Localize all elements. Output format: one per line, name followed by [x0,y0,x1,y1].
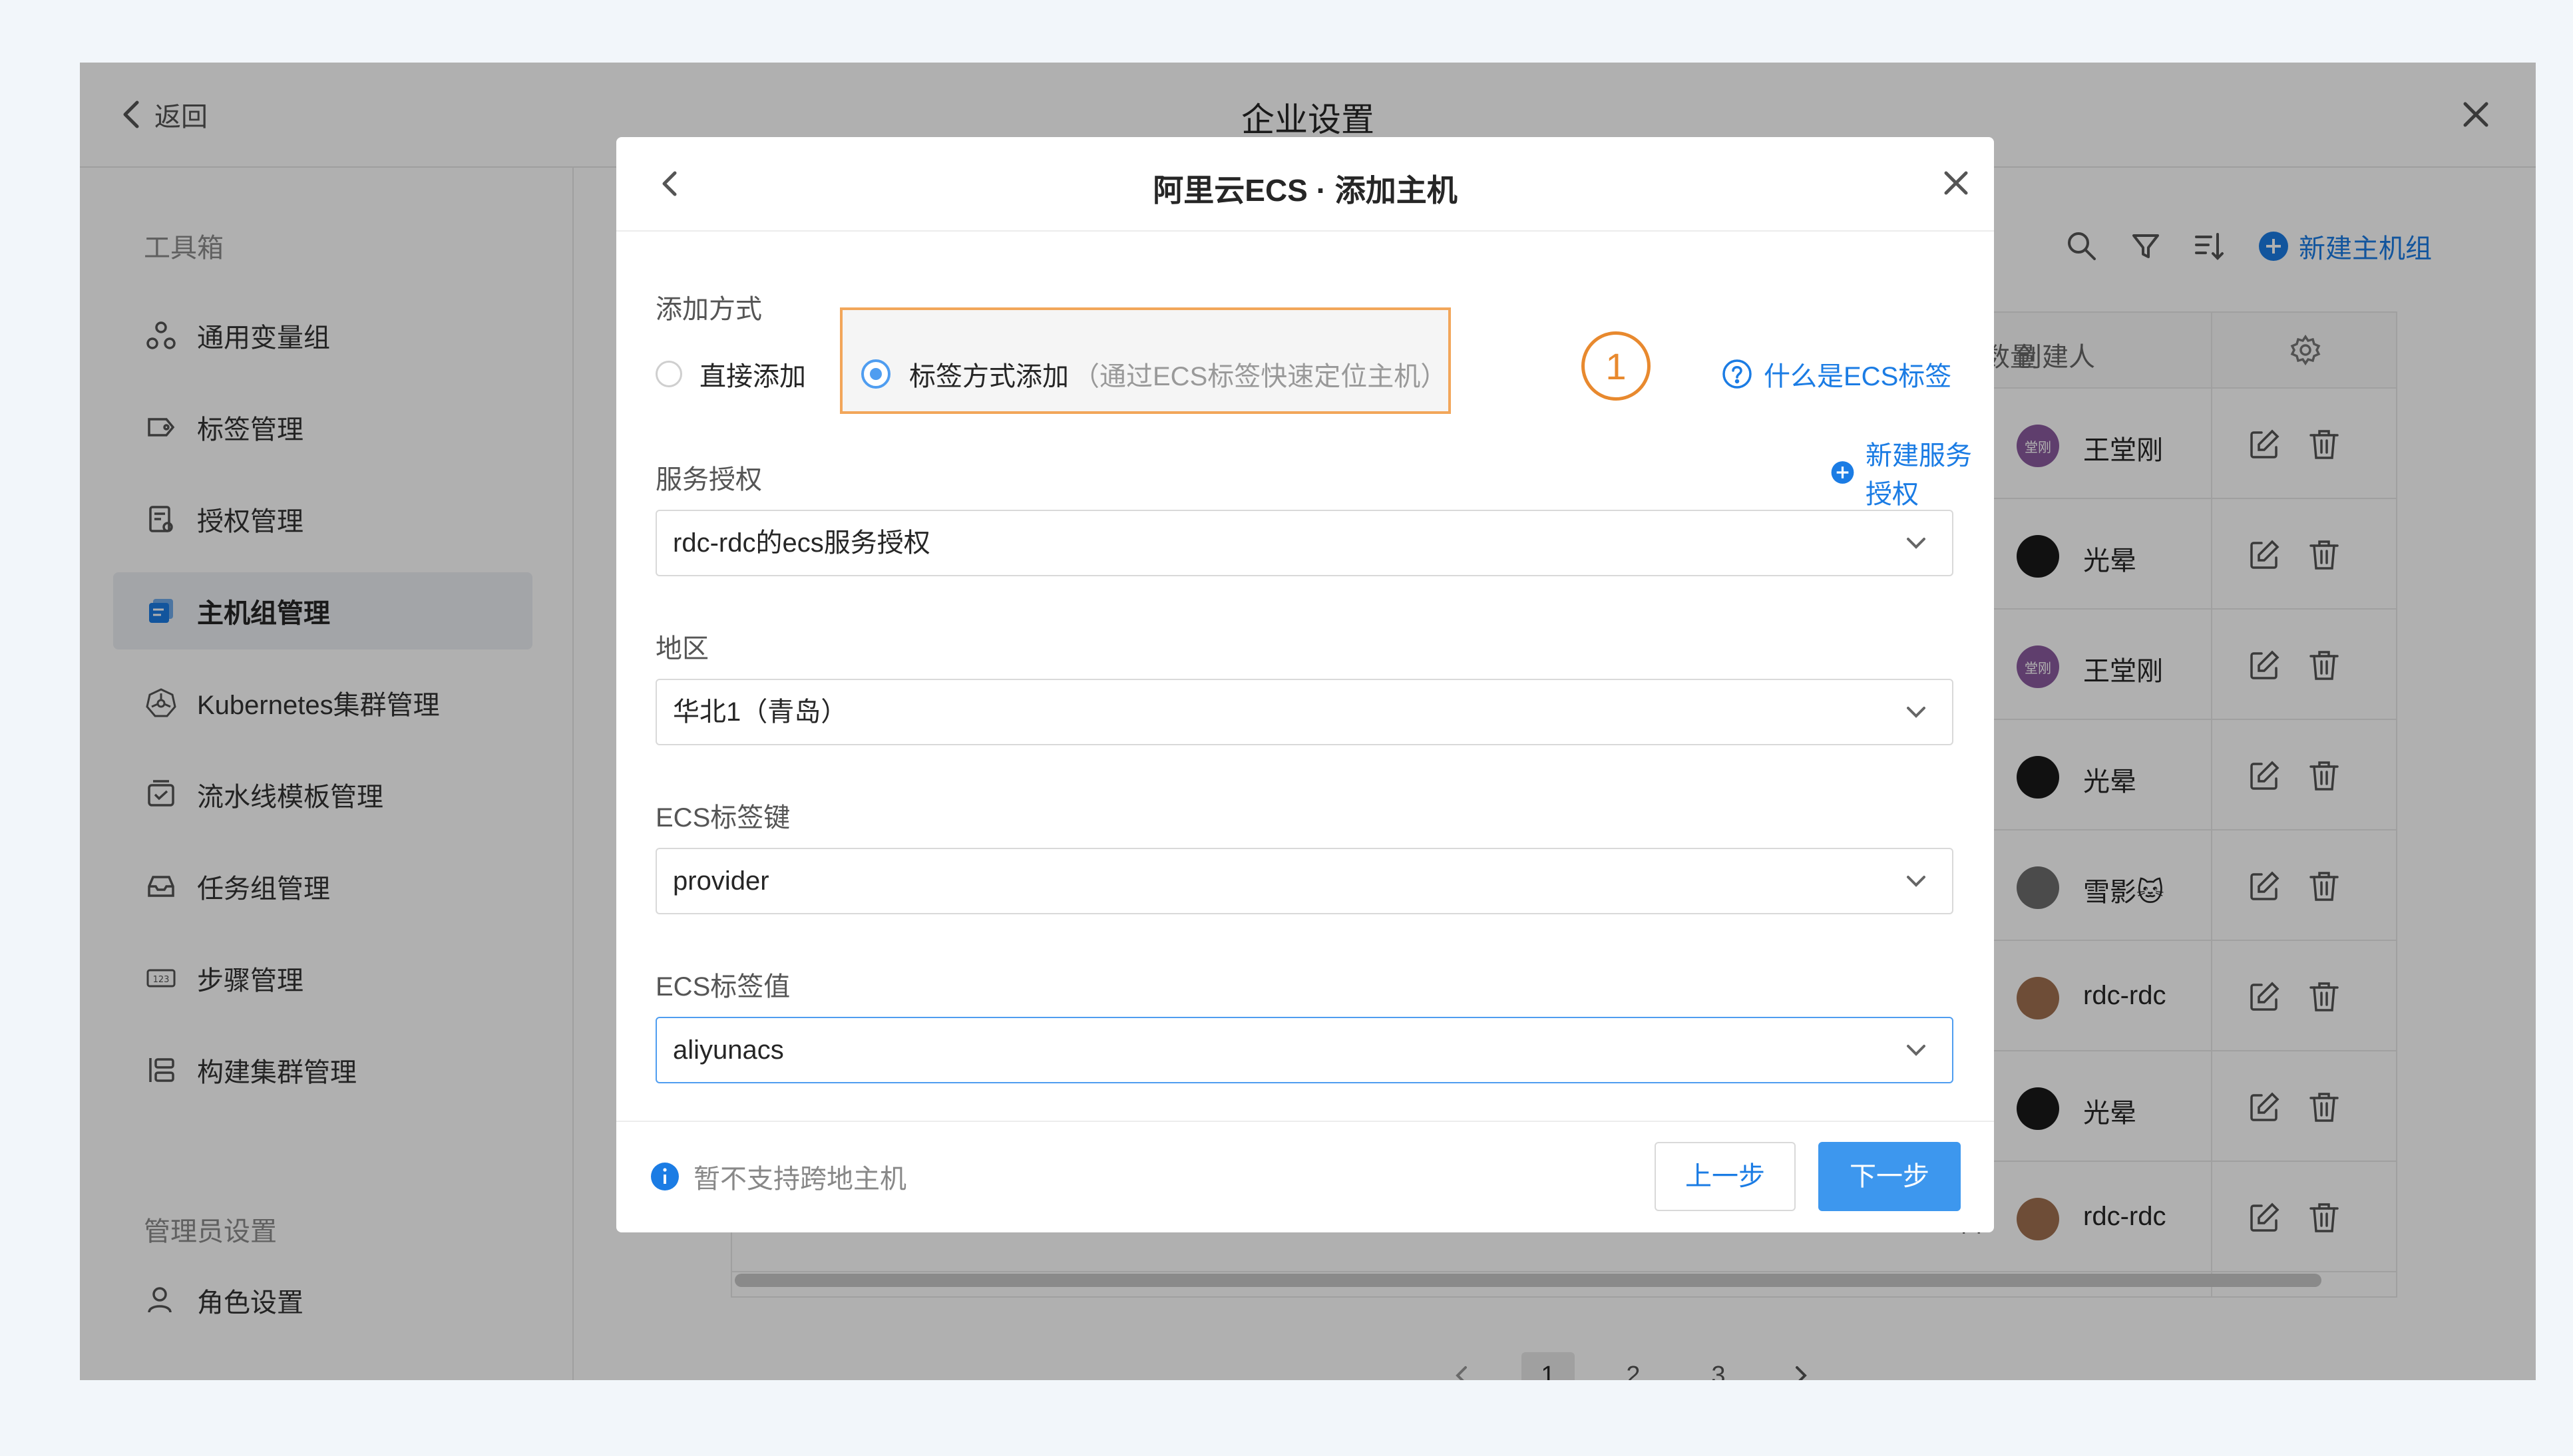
radio-direct[interactable]: 直接添加 [656,357,806,391]
modal-header: 阿里云ECS · 添加主机 [616,137,1994,232]
service-auth-value: rdc-rdc的ecs服务授权 [673,528,930,558]
chevron-down-icon [1907,538,1925,549]
radio-tag[interactable]: 标签方式添加 （通过ECS标签快速定位主机） [861,357,1447,391]
tag-value-select[interactable]: aliyunacs [656,1017,1953,1083]
help-circle-icon [1722,359,1752,389]
modal-title: 阿里云ECS · 添加主机 [1153,173,1458,208]
info-icon [651,1163,679,1190]
prev-step-button[interactable]: 上一步 [1655,1142,1796,1211]
chevron-down-icon [1907,876,1925,887]
radio-tag-label: 标签方式添加 [909,362,1069,391]
service-auth-label: 服务授权 [656,465,762,494]
next-step-button[interactable]: 下一步 [1818,1142,1961,1211]
tag-key-label: ECS标签键 [656,803,791,832]
help-link-label: 什么是ECS标签 [1764,362,1952,391]
footer-note: 暂不支持跨地主机 [650,1159,906,1194]
tag-value-label: ECS标签值 [656,972,791,1001]
help-link[interactable]: 什么是ECS标签 [1721,357,1951,391]
add-method-label: 添加方式 [656,295,762,324]
modal-footer: 暂不支持跨地主机 上一步 下一步 [616,1121,1994,1232]
modal-close-button[interactable] [1941,168,1971,198]
chevron-down-icon [1907,1045,1925,1056]
new-service-auth-label: 新建服务授权 [1866,441,1972,509]
add-host-modal: 阿里云ECS · 添加主机 添加方式 直接添加 标签方式添加 （通过ECS标签快… [616,137,1994,1232]
tag-key-select[interactable]: provider [656,848,1953,914]
settings-window: 返回 企业设置 工具箱 通用变量组 标签管理 授权管理 主机组管理 Kubern… [80,63,2536,1380]
region-select[interactable]: 华北1（青岛） [656,679,1953,745]
footer-note-text: 暂不支持跨地主机 [693,1165,906,1194]
step-marker-number: 1 [1605,345,1627,387]
radio-tag-hint: （通过ECS标签快速定位主机） [1073,362,1448,391]
radio-circle-checked [861,359,891,389]
close-icon [1944,171,1968,195]
region-label: 地区 [656,634,709,663]
step-marker: 1 [1581,331,1651,401]
next-step-label: 下一步 [1850,1162,1929,1191]
chevron-down-icon [1907,707,1925,718]
prev-step-label: 上一步 [1685,1162,1765,1191]
tag-value-value: aliyunacs [673,1035,784,1065]
radio-direct-label: 直接添加 [699,362,806,391]
service-auth-select[interactable]: rdc-rdc的ecs服务授权 [656,510,1953,576]
region-value: 华北1（青岛） [673,697,848,727]
radio-circle-unchecked [656,361,682,387]
plus-circle-icon [1831,461,1854,484]
tag-key-value: provider [673,866,769,896]
new-service-auth-link[interactable]: 新建服务授权 [1830,441,1994,509]
